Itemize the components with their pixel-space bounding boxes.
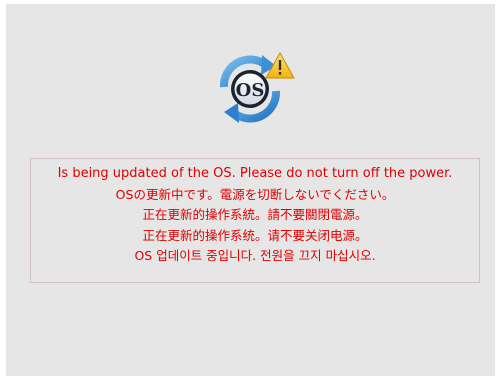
message-korean: OS 업데이트 중입니다. 전원을 끄지 마십시오. xyxy=(134,248,376,263)
update-message-box: Is being updated of the OS. Please do no… xyxy=(30,158,480,283)
os-update-icon: OS xyxy=(219,51,295,123)
message-english: Is being updated of the OS. Please do no… xyxy=(57,166,453,181)
update-screen: OS Is being updated of the OS. Please do… xyxy=(6,4,495,376)
os-logo-text: OS xyxy=(236,80,265,101)
message-chinese-traditional: 正在更新的操作系統。請不要關閉電源。 xyxy=(142,207,368,222)
message-chinese-simplified: 正在更新的操作系统。请不要关闭电源。 xyxy=(142,227,368,243)
message-japanese: OSの更新中です。電源を切断しないでください。 xyxy=(115,186,395,202)
